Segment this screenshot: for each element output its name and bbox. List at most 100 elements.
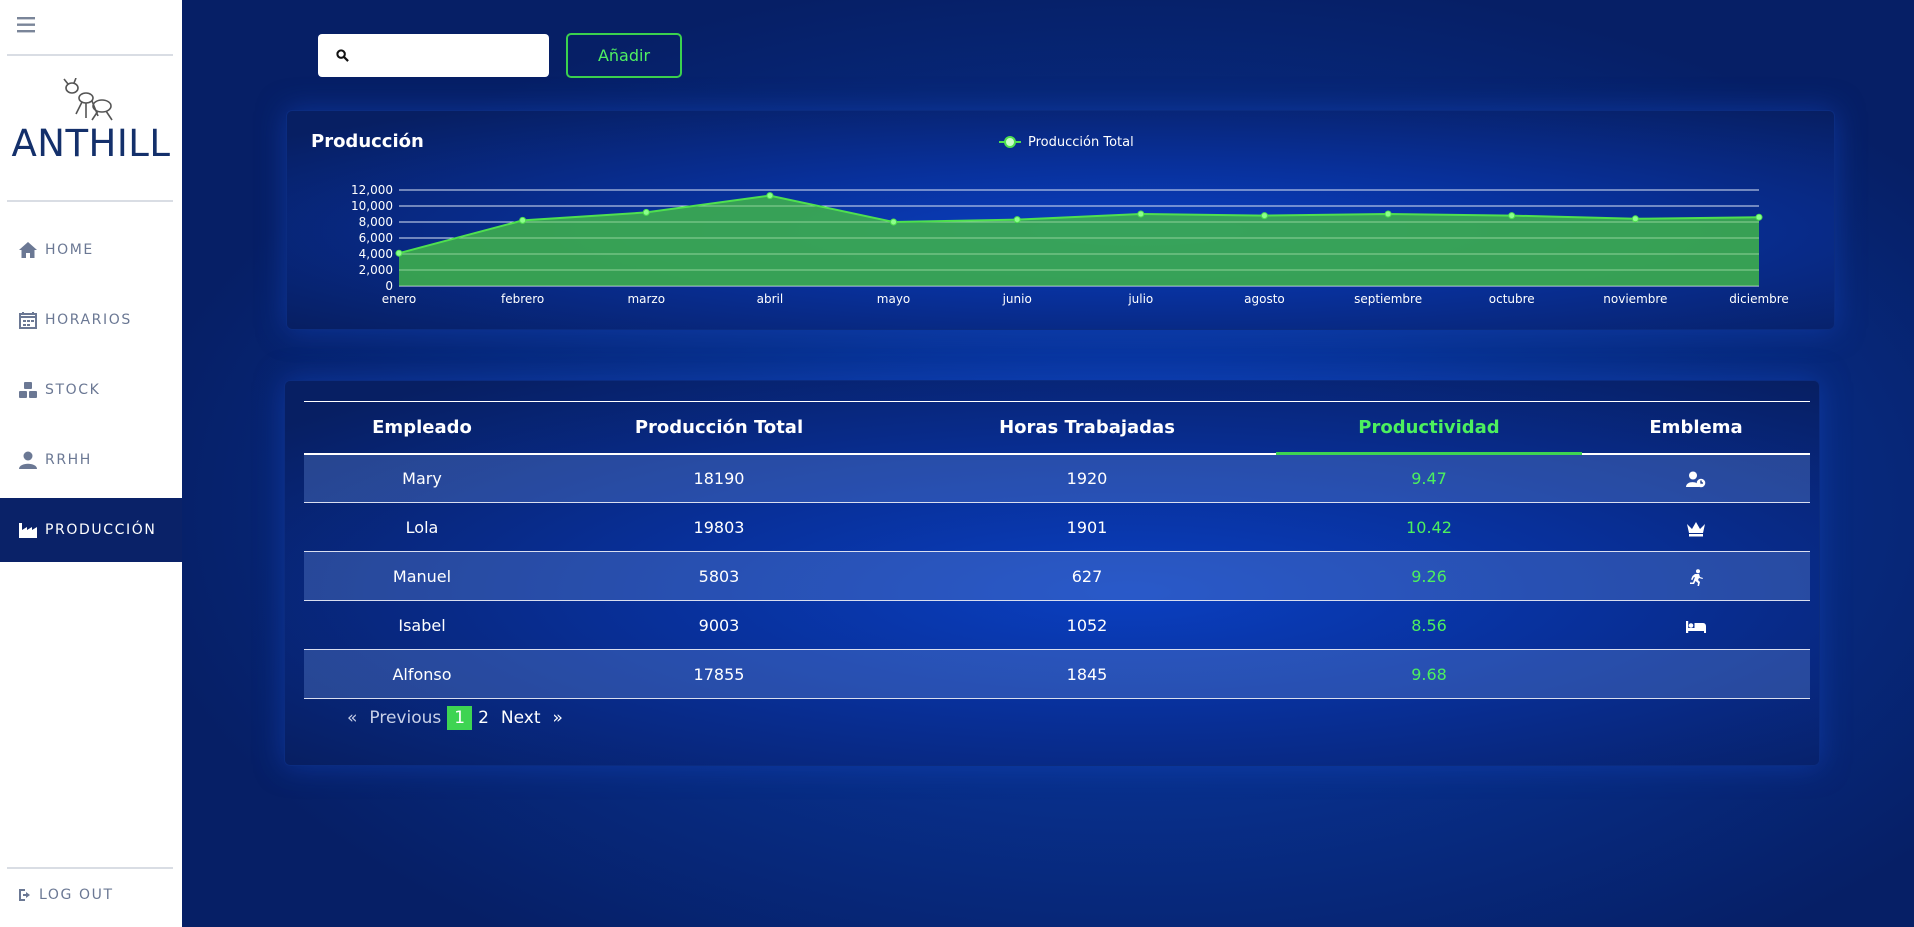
production-chart-panel: Producción 0 2,000 4,000 6,000 8,000 10,000 12… xyxy=(286,110,1835,330)
cell-horas: 1845 xyxy=(1066,664,1108,684)
calendar-icon xyxy=(19,312,37,329)
sidebar-item-horarios[interactable]: HORARIOS xyxy=(0,288,182,352)
sidebar-divider xyxy=(7,54,173,56)
y-tick-label: 8,000 xyxy=(359,215,393,229)
header-emblema[interactable]: Emblema xyxy=(1582,402,1810,454)
production-chart: 0 2,000 4,000 6,000 8,000 10,000 12,000 enero fe… xyxy=(351,135,1789,306)
data-point xyxy=(395,249,403,257)
header-productividad[interactable]: Productividad xyxy=(1276,401,1582,455)
bed-icon xyxy=(1686,620,1706,633)
cell-horas: 1052 xyxy=(1066,615,1108,635)
x-tick-label: octubre xyxy=(1489,292,1535,306)
table-row: Alfonso 17855 1845 9.68 xyxy=(304,649,1810,699)
cell-empleado: Lola xyxy=(405,517,439,537)
data-point xyxy=(890,218,898,226)
sidebar-item-label: PRODUCCIÓN xyxy=(45,522,157,538)
sign-out-icon xyxy=(19,889,30,901)
cell-empleado: Alfonso xyxy=(392,664,452,684)
header-horas-trabajadas[interactable]: Horas Trabajadas xyxy=(898,402,1276,454)
cell-produccion-total: 17855 xyxy=(693,664,745,684)
data-point xyxy=(1260,212,1268,220)
home-icon xyxy=(19,242,37,258)
data-point xyxy=(642,208,650,216)
table-row: Manuel 5803 627 9.26 xyxy=(304,551,1810,601)
pager-prev-arrow[interactable]: « xyxy=(341,706,363,730)
data-point xyxy=(1755,213,1763,221)
sidebar-item-stock[interactable]: STOCK xyxy=(0,358,182,422)
pager-next-arrow[interactable]: » xyxy=(547,706,569,730)
pager-page-1[interactable]: 1 xyxy=(447,706,473,730)
search-icon xyxy=(336,49,349,62)
logout-button[interactable]: LOG OUT xyxy=(0,880,182,910)
x-tick-label: diciembre xyxy=(1729,292,1789,306)
pagination: « Previous 1 2 Next » xyxy=(341,706,569,730)
x-tick-label: enero xyxy=(382,292,416,306)
logout-label: LOG OUT xyxy=(39,887,114,903)
crown-icon xyxy=(1687,521,1705,536)
data-point xyxy=(1137,210,1145,218)
cell-productividad: 10.42 xyxy=(1406,517,1452,537)
sidebar-divider xyxy=(7,200,173,202)
main-content: Añadir Producción 0 2,000 4,000 6,000 8,000 1… xyxy=(182,0,1914,927)
cell-empleado: Mary xyxy=(402,468,442,488)
boxes-icon xyxy=(19,382,37,398)
employee-table-panel: Empleado Producción Total Horas Trabajad… xyxy=(284,380,1820,766)
pager-page-2[interactable]: 2 xyxy=(472,706,495,730)
y-tick-label: 12,000 xyxy=(351,183,393,197)
x-tick-label: septiembre xyxy=(1354,292,1422,306)
data-point xyxy=(1508,212,1516,220)
x-tick-label: noviembre xyxy=(1603,292,1667,306)
search-input[interactable] xyxy=(357,40,537,71)
data-point xyxy=(1013,216,1021,224)
pager-next[interactable]: Next xyxy=(495,706,547,730)
hamburger-menu-icon[interactable] xyxy=(16,14,38,36)
cell-productividad: 8.56 xyxy=(1411,615,1447,635)
data-point xyxy=(766,192,774,200)
ant-logo-icon xyxy=(63,78,113,121)
data-point xyxy=(1631,215,1639,223)
search-box[interactable] xyxy=(318,34,549,77)
x-tick-label: abril xyxy=(757,292,784,306)
sidebar-item-rrhh[interactable]: RRHH xyxy=(0,428,182,492)
cell-productividad: 9.68 xyxy=(1411,664,1447,684)
y-tick-label: 0 xyxy=(385,279,393,293)
cell-emblema xyxy=(1582,454,1810,503)
y-tick-label: 2,000 xyxy=(359,263,393,277)
cell-emblema xyxy=(1582,503,1810,552)
sidebar-item-home[interactable]: HOME xyxy=(0,218,182,282)
running-icon xyxy=(1690,568,1703,586)
x-tick-label: mayo xyxy=(877,292,911,306)
table-row: Isabel 9003 1052 8.56 xyxy=(304,601,1810,650)
area-fill xyxy=(399,195,1759,286)
cell-produccion-total: 5803 xyxy=(698,566,740,586)
x-tick-label: julio xyxy=(1127,292,1153,306)
sidebar-item-label: HORARIOS xyxy=(45,312,132,328)
cell-produccion-total: 19803 xyxy=(693,517,745,537)
cell-productividad: 9.26 xyxy=(1411,566,1447,586)
sidebar: ANTHILL HOME HORARIOS STOCK RRHH PRODUCC… xyxy=(0,0,182,927)
cell-empleado: Isabel xyxy=(398,615,446,635)
legend-marker xyxy=(1004,136,1016,148)
x-tick-label: febrero xyxy=(501,292,544,306)
data-point xyxy=(1384,210,1392,218)
sidebar-item-label: STOCK xyxy=(45,382,101,398)
table-header-row: Empleado Producción Total Horas Trabajad… xyxy=(304,401,1810,455)
sidebar-item-label: RRHH xyxy=(45,452,92,468)
brand-name: ANTHILL xyxy=(11,122,171,165)
pager-previous[interactable]: Previous xyxy=(363,706,447,730)
header-empleado[interactable]: Empleado xyxy=(304,402,540,454)
cell-horas: 1920 xyxy=(1066,468,1108,488)
sidebar-item-produccion[interactable]: PRODUCCIÓN xyxy=(0,498,182,562)
cell-produccion-total: 18190 xyxy=(693,468,745,488)
data-point xyxy=(519,216,527,224)
user-clock-icon xyxy=(1686,471,1706,488)
cell-empleado: Manuel xyxy=(392,566,452,586)
legend-label: Producción Total xyxy=(1028,135,1134,150)
table-row: Mary 18190 1920 9.47 xyxy=(304,453,1810,503)
header-produccion-total[interactable]: Producción Total xyxy=(540,402,898,454)
add-button[interactable]: Añadir xyxy=(566,33,682,78)
cell-produccion-total: 9003 xyxy=(698,615,740,635)
x-tick-label: marzo xyxy=(627,292,665,306)
y-tick-label: 4,000 xyxy=(359,247,393,261)
cell-productividad: 9.47 xyxy=(1411,469,1447,488)
